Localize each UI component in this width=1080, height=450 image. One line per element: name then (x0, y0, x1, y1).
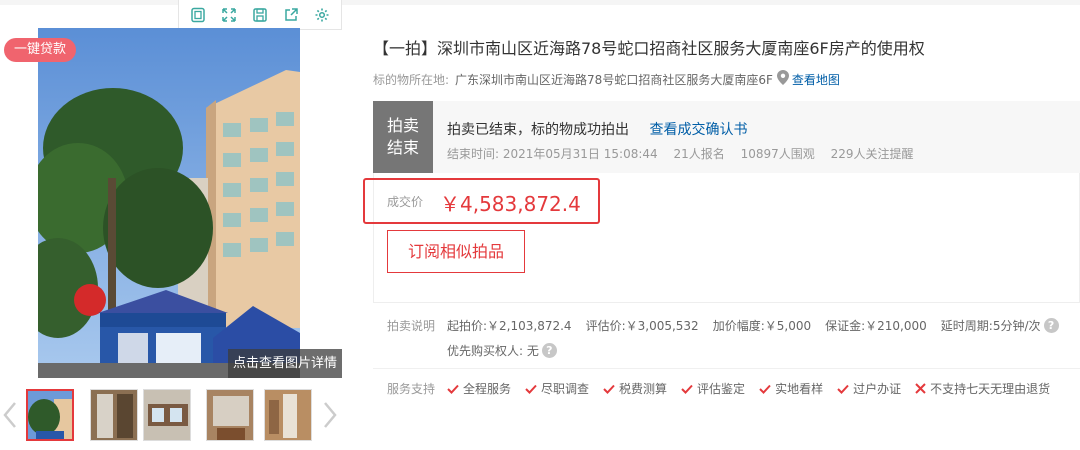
priority-row: 优先购买权人: 无 ? (387, 342, 557, 359)
thumbnail-4[interactable] (206, 389, 254, 441)
service-item: 评估鉴定 (681, 380, 745, 397)
thumbnail-1[interactable] (26, 389, 74, 441)
loan-badge[interactable]: 一键贷款 (4, 38, 76, 62)
service-support-row: 服务支持 全程服务 尽职调查 税费测算 评估鉴定 实地看样 过户办证 不支持七天… (387, 380, 1064, 397)
registration-count: 21人报名 (673, 147, 725, 161)
view-image-detail-button[interactable]: 点击查看图片详情 (228, 349, 342, 378)
chevron-left-icon[interactable] (2, 401, 18, 429)
thumbnail-3[interactable] (143, 389, 191, 441)
status-tag-line1: 拍卖 (386, 116, 419, 135)
status-message-row: 拍卖已结束，标的物成功拍出 查看成交确认书 (447, 119, 747, 139)
appraisal-price: 评估价:￥3,005,532 (585, 319, 699, 333)
photo-frame-icon[interactable] (187, 4, 209, 26)
location-label: 标的物所在地: (373, 72, 450, 87)
location-value: 广东深圳市南山区近海路78号蛇口招商社区服务大厦南座6F (455, 72, 773, 87)
service-item: 尽职调查 (525, 380, 589, 397)
service-item: 过户办证 (837, 380, 901, 397)
status-tag-line2: 结束 (386, 138, 419, 157)
thumbnail-2[interactable] (90, 389, 138, 441)
subscribe-similar-button[interactable]: 订阅相似拍品 (387, 230, 525, 273)
check-icon (759, 384, 771, 394)
start-price: 起拍价:￥2,103,872.4 (447, 319, 572, 333)
status-message: 拍卖已结束，标的物成功拍出 (447, 122, 629, 138)
share-icon[interactable] (280, 4, 302, 26)
view-confirmation-link[interactable]: 查看成交确认书 (649, 122, 747, 138)
help-icon[interactable]: ? (541, 343, 557, 358)
thumbnail-strip (0, 385, 345, 445)
service-item: 实地看样 (759, 380, 823, 397)
fullscreen-icon[interactable] (218, 4, 240, 26)
delay-period: 延时周期:5分钟/次 (940, 319, 1041, 333)
page-title: 【一拍】深圳市南山区近海路78号蛇口招商社区服务大厦南座6F房产的使用权 (373, 39, 925, 58)
help-icon[interactable]: ? (1043, 318, 1059, 333)
thumbnail-5[interactable] (264, 389, 312, 441)
chevron-right-icon[interactable] (322, 401, 338, 429)
status-badge: 拍卖 结束 (373, 101, 433, 173)
check-icon (447, 384, 459, 394)
priority-buyer: 优先购买权人: 无 (447, 344, 539, 358)
main-property-image[interactable] (38, 28, 300, 378)
check-icon (681, 384, 693, 394)
check-icon (525, 384, 537, 394)
auction-info-label: 拍卖说明 (387, 319, 436, 333)
service-item: 税费测算 (603, 380, 667, 397)
final-price: ￥4,583,872.4 (440, 192, 581, 216)
service-support-label: 服务支持 (387, 382, 436, 396)
divider (373, 368, 1080, 369)
bid-increment: 加价幅度:￥5,000 (712, 319, 812, 333)
auction-info-row: 拍卖说明 起拍价:￥2,103,872.4 评估价:￥3,005,532 加价幅… (387, 317, 1059, 334)
follower-count: 229人关注提醒 (830, 147, 914, 161)
save-icon[interactable] (249, 4, 271, 26)
end-time: 结束时间: 2021年05月31日 15:08:44 (447, 147, 658, 161)
price-label: 成交价 (387, 195, 424, 209)
check-icon (603, 384, 615, 394)
location-row: 标的物所在地: 广东深圳市南山区近海路78号蛇口招商社区服务大厦南座6F 查看地… (373, 70, 840, 88)
auction-status-box: 拍卖 结束 拍卖已结束，标的物成功拍出 查看成交确认书 结束时间: 2021年0… (373, 101, 1080, 173)
status-meta-row: 结束时间: 2021年05月31日 15:08:44 21人报名 10897人围… (447, 145, 926, 162)
page-top-strip (0, 0, 1080, 5)
service-item-no-return: 不支持七天无理由退货 (915, 380, 1050, 397)
view-map-link[interactable]: 查看地图 (792, 71, 840, 88)
service-item: 全程服务 (447, 380, 511, 397)
cross-icon (915, 383, 926, 394)
deposit: 保证金:￥210,000 (825, 319, 927, 333)
viewer-count: 10897人围观 (740, 147, 815, 161)
settings-icon[interactable] (311, 4, 333, 26)
check-icon (837, 384, 849, 394)
image-toolbar (178, 0, 342, 30)
map-pin-icon (776, 70, 789, 88)
